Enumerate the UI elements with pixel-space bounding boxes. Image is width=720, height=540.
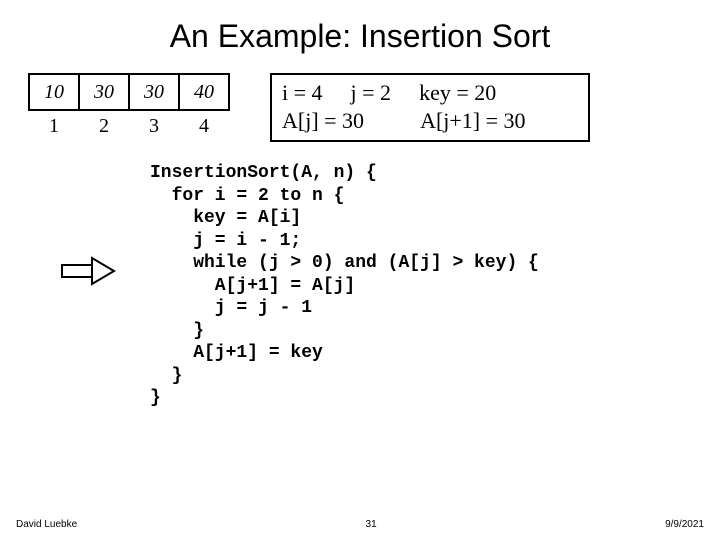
footer-date: 9/9/2021 — [665, 519, 704, 530]
state-key: key = 20 — [419, 79, 496, 107]
array-cell: 10 — [28, 73, 80, 111]
footer: David Luebke 31 9/9/2021 — [0, 519, 720, 530]
array-cell: 30 — [128, 73, 180, 111]
array-index: 1 — [28, 115, 80, 138]
state-j: j = 2 — [351, 79, 392, 107]
arrow-icon — [60, 256, 116, 291]
array-cells: 10 30 30 40 — [28, 73, 230, 111]
content-row: 10 30 30 40 1 2 3 4 i = 4 j = 2 key = 20… — [0, 73, 720, 142]
code-listing: InsertionSort(A, n) { for i = 2 to n { k… — [150, 162, 720, 410]
page-title: An Example: Insertion Sort — [0, 0, 720, 73]
array-indices: 1 2 3 4 — [28, 115, 230, 138]
state-aj: A[j] = 30 — [282, 107, 364, 135]
footer-author: David Luebke — [16, 519, 77, 530]
code-area: InsertionSort(A, n) { for i = 2 to n { k… — [0, 162, 720, 410]
array-cell: 40 — [178, 73, 230, 111]
array-index: 4 — [178, 115, 230, 138]
footer-page: 31 — [366, 519, 377, 530]
state-box: i = 4 j = 2 key = 20 A[j] = 30 A[j+1] = … — [270, 73, 590, 142]
state-i: i = 4 — [282, 79, 323, 107]
state-aj1: A[j+1] = 30 — [420, 107, 525, 135]
array-index: 3 — [128, 115, 180, 138]
array-block: 10 30 30 40 1 2 3 4 — [28, 73, 230, 138]
array-index: 2 — [78, 115, 130, 138]
array-cell: 30 — [78, 73, 130, 111]
